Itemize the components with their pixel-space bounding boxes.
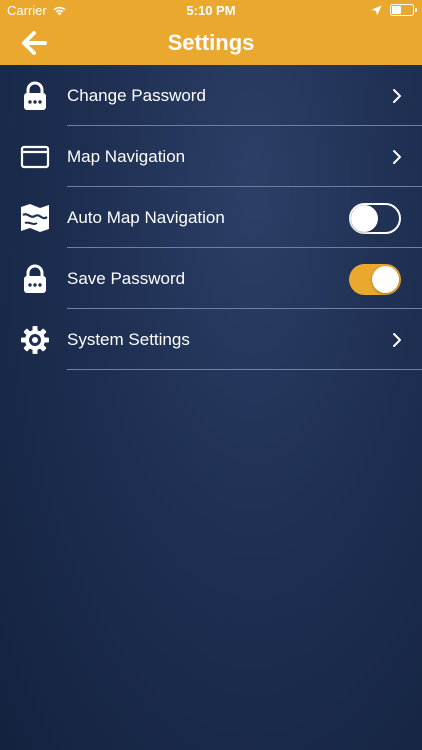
settings-row-change-password[interactable]: Change Password	[0, 65, 422, 126]
row-label: System Settings	[67, 330, 190, 349]
lock-icon	[24, 81, 46, 110]
chevron-right-icon	[393, 150, 401, 164]
battery-cap	[415, 8, 417, 12]
toggle-knob	[351, 205, 378, 232]
settings-row-save-password[interactable]: Save Password	[0, 248, 422, 309]
settings-row-map-navigation[interactable]: Map Navigation	[0, 126, 422, 187]
row-label: Save Password	[67, 269, 186, 288]
row-label: Auto Map Navigation	[67, 208, 225, 227]
settings-row-auto-map-navigation[interactable]: Auto Map Navigation	[0, 187, 422, 248]
save-password-toggle[interactable]	[349, 264, 401, 295]
page-title: Settings	[167, 30, 255, 55]
settings-list: Change Password Map Navigation Auto Map …	[0, 65, 422, 370]
toggle-knob	[372, 266, 399, 293]
battery-icon	[390, 4, 417, 16]
status-bar: Carrier 5:10 PM	[0, 0, 422, 20]
lock-icon	[24, 264, 46, 293]
settings-row-system-settings[interactable]: System Settings	[0, 309, 422, 370]
gear-icon	[21, 326, 49, 354]
row-label: Map Navigation	[67, 147, 186, 166]
battery-fill	[392, 6, 401, 14]
window-icon	[20, 145, 50, 169]
status-time: 5:10 PM	[186, 3, 236, 18]
auto-map-navigation-toggle[interactable]	[349, 203, 401, 234]
chevron-right-icon	[393, 89, 401, 103]
map-icon	[21, 204, 49, 232]
chevron-right-icon	[393, 333, 401, 347]
nav-bar: Settings	[0, 20, 422, 65]
row-divider	[67, 369, 422, 370]
row-label: Change Password	[67, 86, 206, 105]
location-arrow-icon	[371, 5, 382, 15]
status-right	[371, 4, 417, 16]
